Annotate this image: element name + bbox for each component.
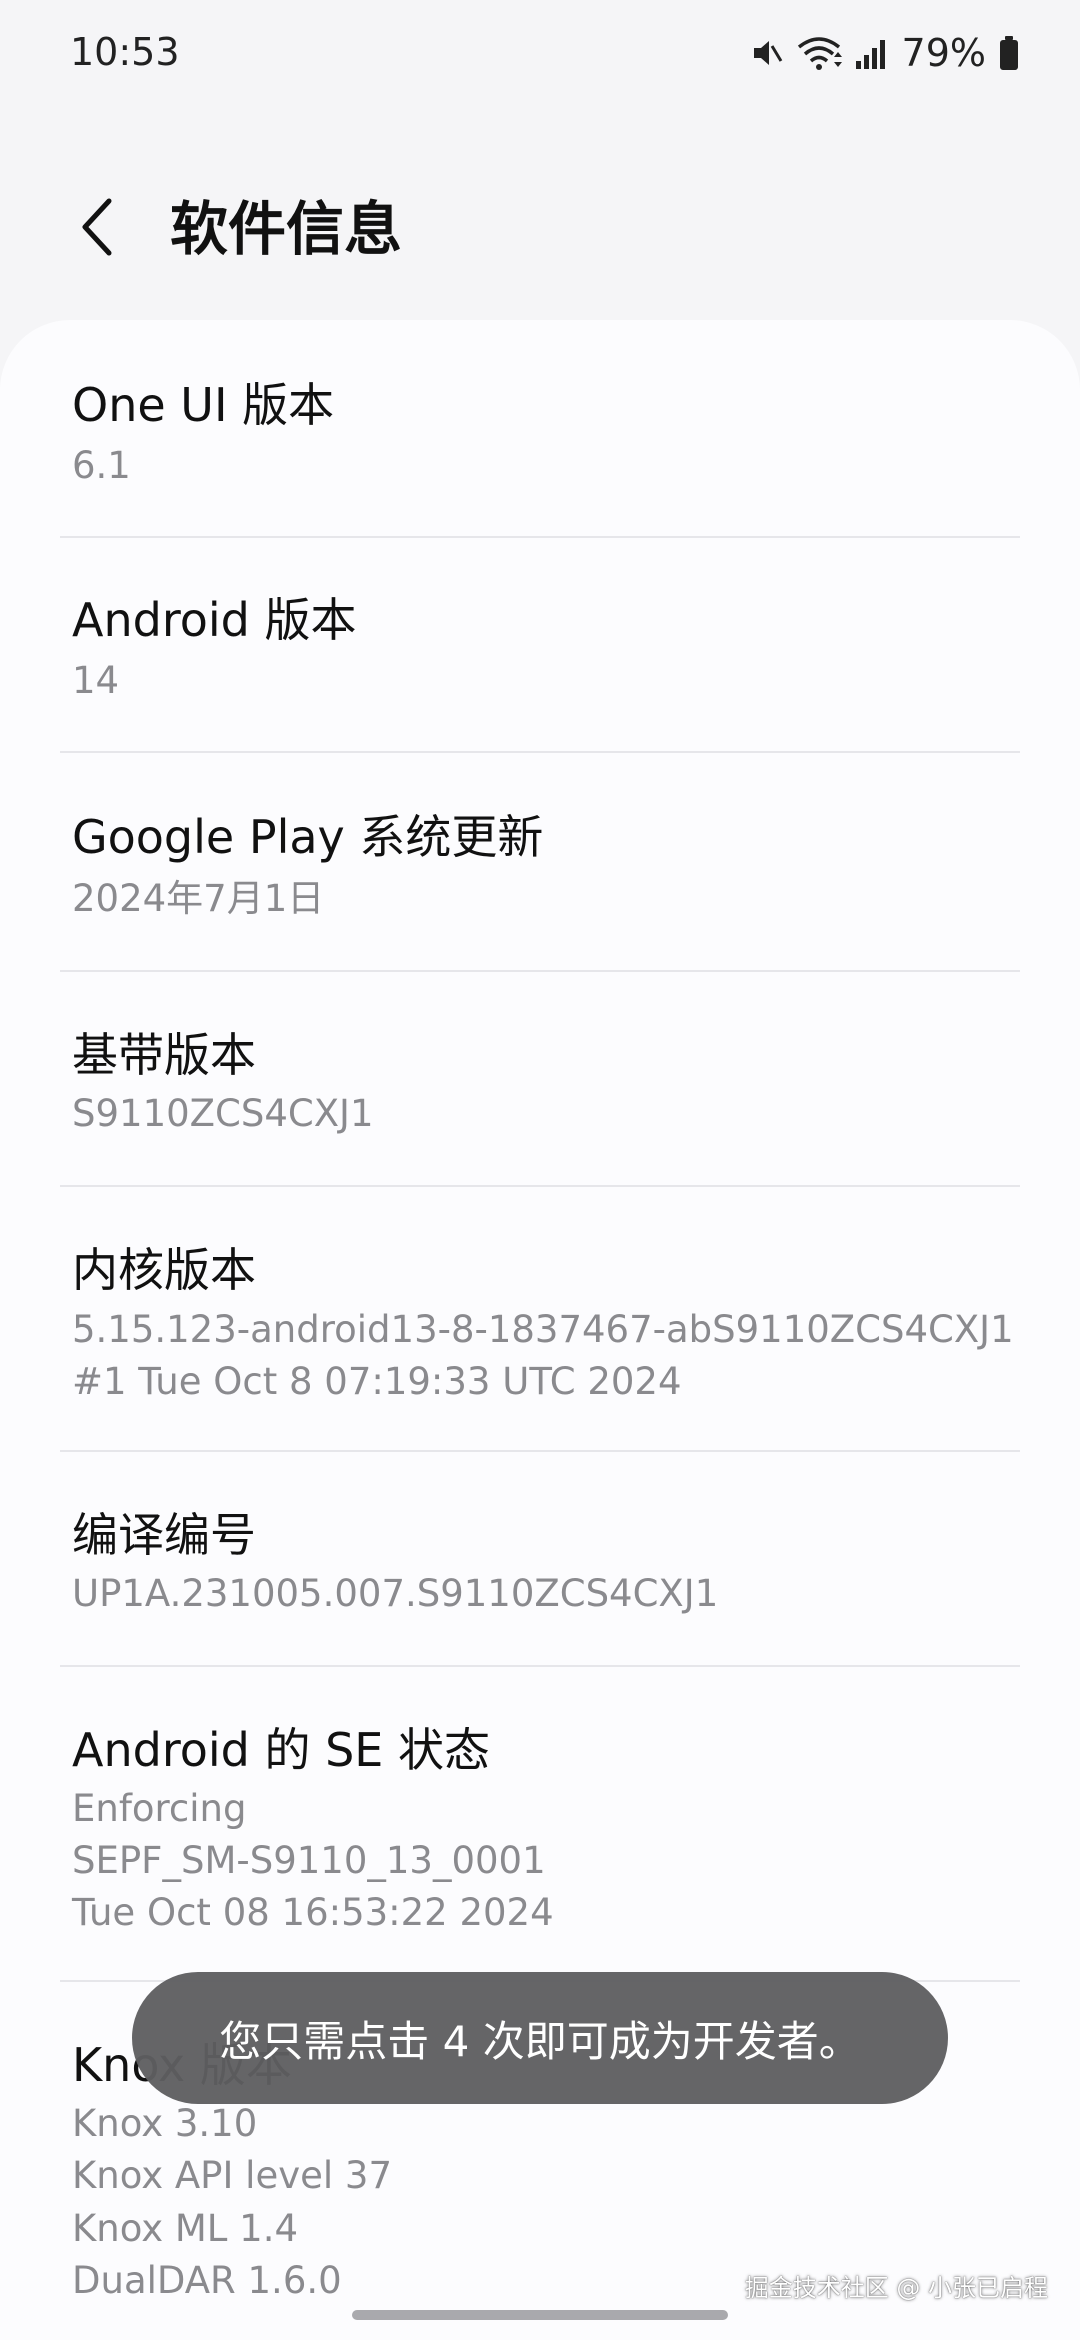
row-title: One UI 版本 [72,378,335,432]
battery-percentage: 79% [901,31,986,75]
status-bar: 10:53 79% [0,0,1080,110]
divider [60,970,1020,972]
row-value: DualDAR 1.6.0 [72,2259,342,2302]
developer-toast: 您只需点击 4 次即可成为开发者。 [132,1972,948,2104]
row-baseband-version[interactable]: 基带版本 S9110ZCS4CXJ1 [60,1015,1020,1185]
signal-icon [854,35,890,71]
row-build-number[interactable]: 编译编号 UP1A.231005.007.S9110ZCS4CXJ1 [60,1495,1020,1665]
row-value: Knox 3.10 [72,2102,258,2145]
row-kernel-version[interactable]: 内核版本 5.15.123-android13-8-1837467-abS911… [60,1230,1020,1460]
home-indicator[interactable] [352,2310,728,2320]
row-google-play-update[interactable]: Google Play 系统更新 2024年7月1日 [60,795,1020,965]
row-value: UP1A.231005.007.S9110ZCS4CXJ1 [72,1572,719,1615]
divider [60,1185,1020,1187]
chevron-left-icon [77,195,117,263]
page-title: 软件信息 [170,195,403,263]
row-se-status[interactable]: Android 的 SE 状态 Enforcing SEPF_SM-S9110_… [60,1710,1020,1980]
row-title: 编译编号 [72,1508,256,1562]
row-value: S9110ZCS4CXJ1 [72,1092,374,1135]
row-value: #1 Tue Oct 8 07:19:33 UTC 2024 [72,1360,682,1403]
row-value: Enforcing [72,1787,247,1830]
mute-icon [748,35,784,71]
row-title: Android 版本 [72,593,357,647]
divider [60,751,1020,753]
divider [60,1665,1020,1667]
status-icons: 79% [748,28,1020,78]
row-value: 6.1 [72,444,131,487]
row-title: 基带版本 [72,1028,256,1082]
back-button[interactable] [62,192,132,266]
row-value: 14 [72,659,120,702]
row-one-ui-version[interactable]: One UI 版本 6.1 [60,365,1020,535]
row-title: Google Play 系统更新 [72,810,544,864]
divider [60,536,1020,538]
battery-icon [998,35,1020,71]
row-value: Knox API level 37 [72,2154,392,2197]
watermark: 掘金技术社区 @ 小张已启程 [744,2274,1048,2302]
row-value: SEPF_SM-S9110_13_0001 [72,1839,546,1882]
divider [60,1450,1020,1452]
row-value: Knox ML 1.4 [72,2207,299,2250]
row-value: 2024年7月1日 [72,877,325,920]
row-android-version[interactable]: Android 版本 14 [60,580,1020,750]
app-header: 软件信息 [0,170,1080,290]
row-value: 5.15.123-android13-8-1837467-abS9110ZCS4… [72,1308,1014,1351]
status-time: 10:53 [70,30,180,74]
row-title: 内核版本 [72,1243,256,1297]
row-title: Android 的 SE 状态 [72,1723,490,1777]
row-value: Tue Oct 08 16:53:22 2024 [72,1891,554,1934]
wifi-icon [796,35,842,71]
